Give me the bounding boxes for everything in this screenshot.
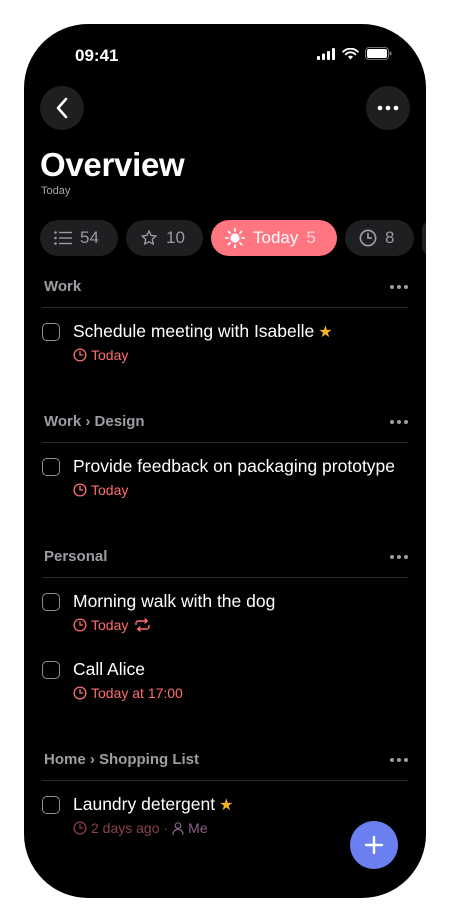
task-due: 2 days ago · Me — [73, 820, 208, 836]
star-filled-icon: ★ — [219, 797, 234, 814]
chip-all[interactable]: 54 — [40, 220, 118, 256]
task-checkbox[interactable] — [42, 796, 60, 814]
wifi-icon — [342, 47, 359, 59]
task-title: Schedule meeting with Isabelle ★ — [73, 321, 333, 341]
task-due-label: Today — [91, 482, 129, 498]
chip-starred[interactable]: 10 — [126, 220, 203, 256]
chip-count: 8 — [385, 228, 395, 247]
divider — [42, 577, 408, 578]
clock-icon — [73, 483, 87, 497]
chip-scheduled[interactable]: 8 — [345, 220, 414, 256]
divider — [42, 442, 408, 443]
task-due-label: Today at 17:00 — [91, 685, 183, 701]
status-icons — [317, 47, 392, 60]
task-title: Morning walk with the dog — [73, 591, 276, 611]
battery-icon — [365, 47, 392, 60]
task-checkbox[interactable] — [42, 323, 60, 341]
chip-more[interactable] — [422, 220, 426, 256]
ellipsis-icon — [377, 105, 399, 111]
section-more-icon[interactable] — [390, 284, 408, 289]
chip-today[interactable]: Today 5 — [211, 220, 337, 256]
section-title: Personal — [44, 548, 108, 565]
task-checkbox[interactable] — [42, 593, 60, 611]
section-header: Home › Shopping List — [44, 751, 408, 768]
clock-icon — [73, 821, 87, 835]
section-header: Work — [44, 278, 408, 295]
task-due-label: 2 days ago — [91, 820, 160, 836]
section-header: Personal — [44, 548, 408, 565]
star-outline-icon — [141, 230, 157, 245]
task-due: Today at 17:00 — [73, 685, 183, 701]
divider — [42, 307, 408, 308]
divider — [42, 780, 408, 781]
section-title: Work — [44, 278, 82, 295]
section-title: Work › Design — [44, 413, 145, 430]
task-assignee: Me — [188, 820, 208, 836]
person-icon — [172, 821, 184, 835]
task-title: Provide feedback on packaging prototype — [73, 456, 396, 476]
filter-chips: 54 10 Today 5 8 — [40, 220, 426, 256]
phone-screen: 09:41 Overview Today 54 10 Today 5 8 Wor… — [24, 24, 426, 898]
chip-count: 54 — [80, 228, 99, 247]
section-more-icon[interactable] — [390, 419, 408, 424]
chip-count: 10 — [166, 228, 185, 247]
add-task-button[interactable] — [350, 821, 398, 869]
task-title: Call Alice — [73, 659, 145, 679]
clock-icon — [359, 229, 377, 247]
section-more-icon[interactable] — [390, 757, 408, 762]
meta-separator: · — [163, 820, 169, 836]
section-more-icon[interactable] — [390, 554, 408, 559]
chip-count: 5 — [306, 228, 316, 247]
page-title: Overview — [40, 146, 185, 183]
chip-label: Today — [253, 228, 299, 247]
task-due-label: Today — [91, 617, 129, 633]
section-header: Work › Design — [44, 413, 408, 430]
star-filled-icon: ★ — [318, 324, 333, 341]
task-checkbox[interactable] — [42, 458, 60, 476]
task-checkbox[interactable] — [42, 661, 60, 679]
clock-icon — [73, 686, 87, 700]
back-button[interactable] — [40, 86, 84, 130]
sun-icon — [225, 228, 245, 248]
repeat-icon — [135, 618, 151, 632]
task-title: Laundry detergent ★ — [73, 794, 234, 814]
cellular-signal-icon — [317, 47, 335, 60]
task-due: Today — [73, 482, 128, 498]
task-due-label: Today — [91, 347, 129, 363]
chevron-left-icon — [56, 97, 68, 119]
section-title: Home › Shopping List — [44, 751, 199, 768]
plus-icon — [364, 835, 384, 855]
task-due: Today — [73, 617, 151, 633]
clock-icon — [73, 348, 87, 362]
clock-icon — [73, 618, 87, 632]
status-time: 09:41 — [75, 46, 119, 65]
more-options-button[interactable] — [366, 86, 410, 130]
task-due: Today — [73, 347, 128, 363]
list-icon — [54, 231, 72, 245]
page-subtitle: Today — [41, 185, 71, 197]
